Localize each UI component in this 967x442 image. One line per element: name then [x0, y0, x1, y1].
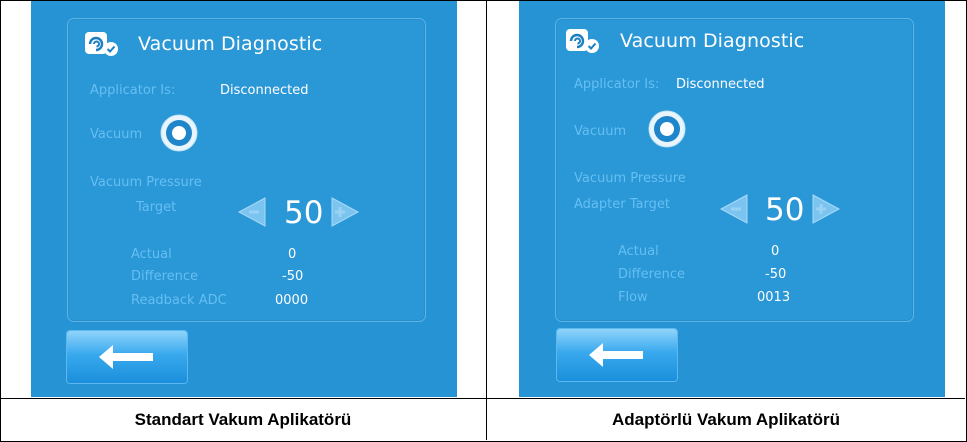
vacuum-toggle-button[interactable] — [159, 113, 199, 153]
back-arrow-icon — [99, 345, 153, 369]
actual-value: 0 — [771, 244, 780, 259]
actual-value: 0 — [288, 247, 297, 262]
vacuum-toggle-button[interactable] — [647, 109, 687, 149]
screen-adapter-applicator: Vacuum Diagnostic Applicator Is: Disconn… — [519, 1, 945, 397]
table-divider-vertical — [486, 0, 487, 440]
applicator-status: Disconnected — [220, 83, 309, 98]
difference-value: -50 — [282, 269, 304, 284]
target-label: Target — [136, 200, 177, 215]
vacuum-pressure-label: Vacuum Pressure — [90, 175, 202, 190]
adapter-target-label: Adapter Target — [574, 197, 670, 212]
decrease-arrow-icon[interactable] — [235, 195, 269, 229]
back-arrow-icon — [589, 343, 643, 367]
readback-adc-label: Readback ADC — [131, 293, 227, 308]
difference-label: Difference — [618, 267, 686, 282]
vacuum-diagnostic-icon — [566, 29, 599, 53]
diagnostic-panel — [555, 18, 914, 322]
difference-label: Difference — [131, 269, 199, 284]
applicator-label: Applicator Is: — [90, 83, 176, 98]
readback-adc-value: 0000 — [275, 293, 309, 308]
applicator-label: Applicator Is: — [574, 77, 660, 92]
difference-value: -50 — [765, 267, 787, 282]
actual-label: Actual — [131, 247, 172, 262]
vacuum-label: Vacuum — [574, 124, 627, 139]
vacuum-diagnostic-icon — [85, 32, 118, 56]
page-title: Vacuum Diagnostic — [138, 33, 323, 55]
applicator-status: Disconnected — [676, 77, 765, 92]
target-value: 50 — [284, 195, 324, 231]
actual-label: Actual — [618, 244, 659, 259]
caption-adapter-applicator: Adaptörlü Vakum Aplikatörü — [612, 409, 840, 429]
vacuum-pressure-label: Vacuum Pressure — [574, 171, 686, 186]
flow-label: Flow — [618, 290, 648, 305]
increase-arrow-icon[interactable] — [809, 192, 843, 226]
diagnostic-panel — [67, 18, 426, 322]
caption-standard-applicator: Standart Vakum Aplikatörü — [134, 409, 352, 429]
back-button[interactable] — [557, 329, 677, 381]
target-value: 50 — [765, 192, 805, 228]
increase-arrow-icon[interactable] — [328, 195, 362, 229]
page-title: Vacuum Diagnostic — [620, 30, 805, 52]
decrease-arrow-icon[interactable] — [717, 192, 751, 226]
screen-standard-applicator: Vacuum Diagnostic Applicator Is: Disconn… — [31, 1, 457, 397]
vacuum-label: Vacuum — [90, 127, 143, 142]
back-button[interactable] — [67, 331, 187, 383]
flow-value: 0013 — [757, 290, 791, 305]
